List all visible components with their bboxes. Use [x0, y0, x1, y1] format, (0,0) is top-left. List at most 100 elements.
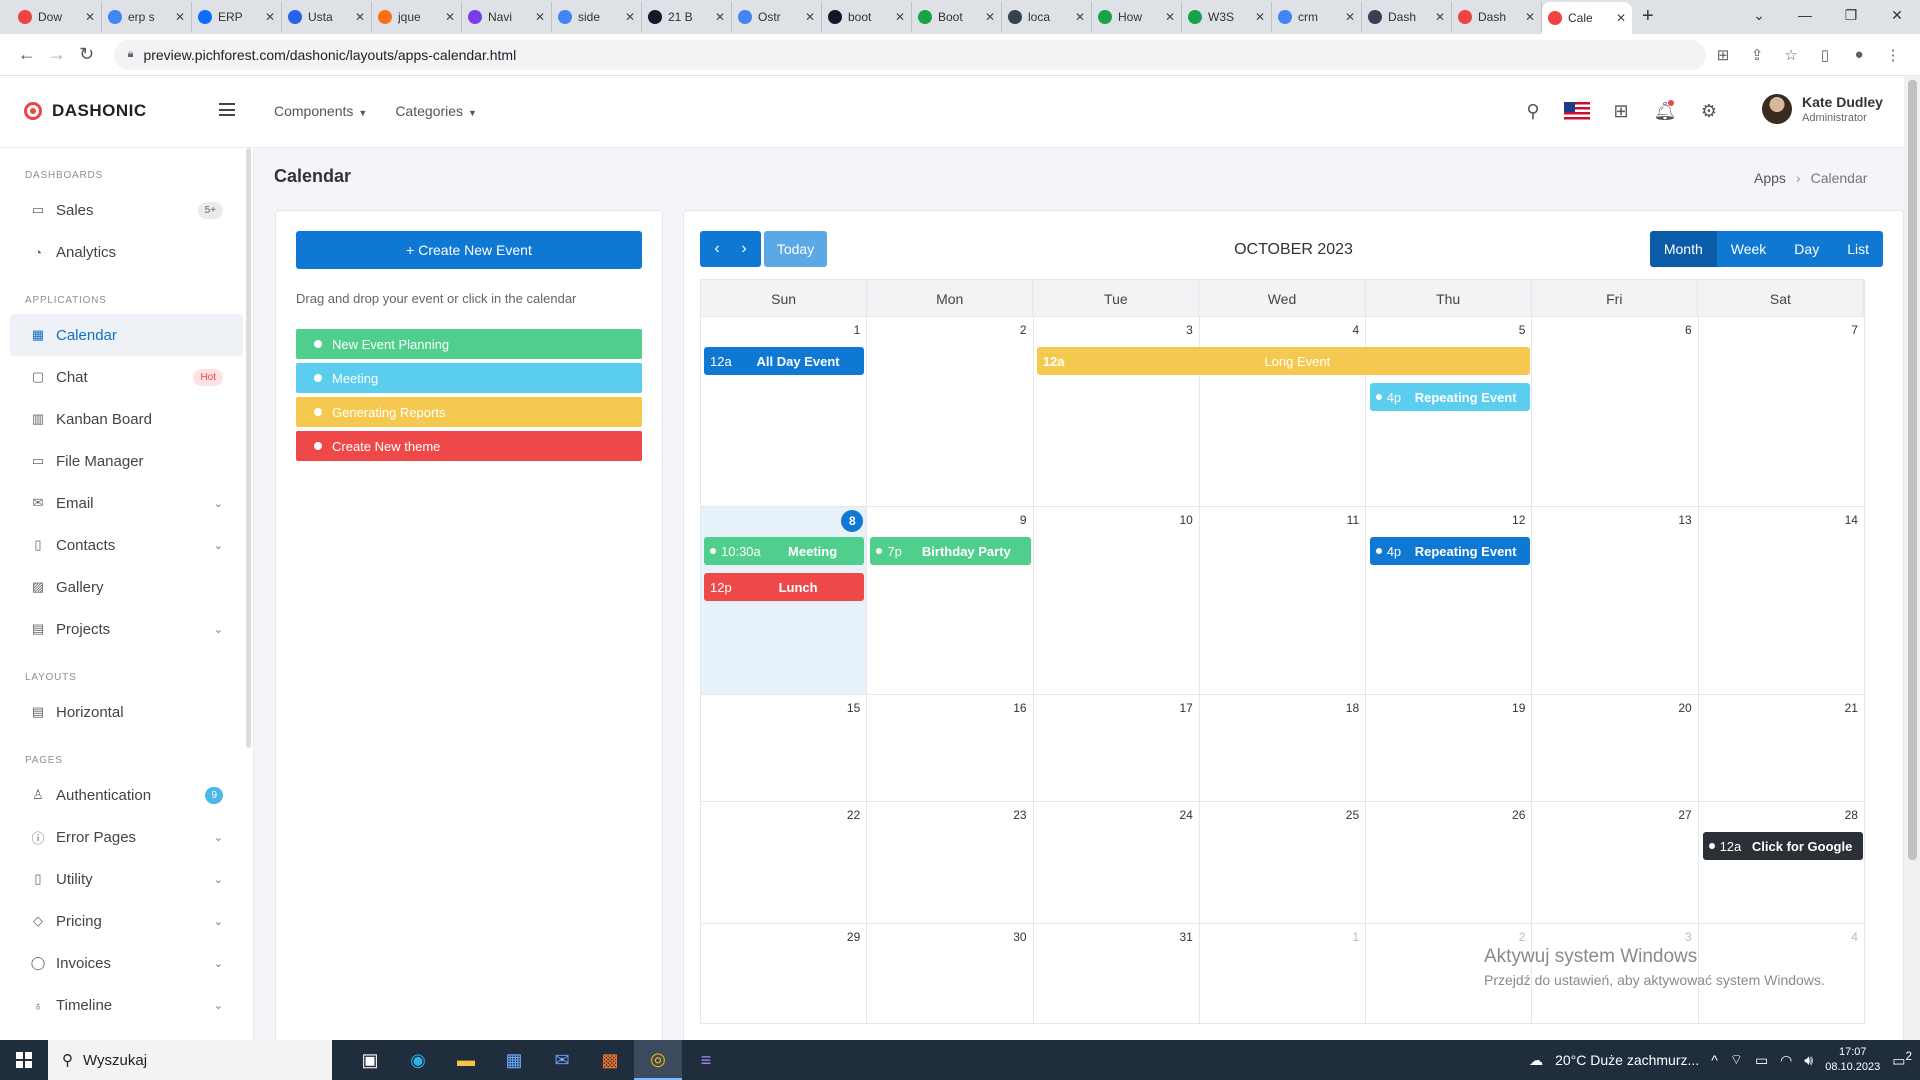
back-icon[interactable]: ← — [12, 44, 42, 65]
day-number[interactable]: 9 — [1020, 513, 1027, 527]
calendar-event[interactable]: 12a Click for Google — [1702, 832, 1863, 860]
menu-components[interactable]: Components ▼ — [274, 103, 367, 119]
calendar-day-cell[interactable]: 20 — [1532, 695, 1699, 802]
close-tab-icon[interactable]: ✕ — [1255, 10, 1265, 24]
day-number[interactable]: 3 — [1685, 930, 1692, 944]
browser-tab[interactable]: Boot ✕ — [912, 2, 1002, 32]
calendar-day-cell[interactable]: 6 — [1532, 317, 1699, 507]
sidebar-item-sales[interactable]: ▭ Sales 5+ — [10, 189, 243, 231]
weather-text[interactable]: 20°C Duże zachmurz... — [1555, 1052, 1699, 1068]
draggable-event-1[interactable]: New Event Planning — [296, 329, 642, 359]
day-number[interactable]: 21 — [1845, 701, 1858, 715]
calendar-day-cell[interactable]: 8 — [701, 507, 868, 695]
calendar-day-cell[interactable]: 3 — [1033, 317, 1200, 507]
close-tab-icon[interactable]: ✕ — [175, 10, 185, 24]
calendar-day-cell[interactable]: 22 — [701, 802, 868, 924]
draggable-event-3[interactable]: Generating Reports — [296, 397, 642, 427]
close-tab-icon[interactable]: ✕ — [355, 10, 365, 24]
calendar-day-cell[interactable]: 10 — [1033, 507, 1200, 695]
calendar-event[interactable]: 7p Birthday Party — [870, 537, 1031, 565]
browser-tab[interactable]: ERP ✕ — [192, 2, 282, 32]
calendar-event[interactable]: 12a All Day Event — [704, 347, 865, 375]
translate-icon[interactable]: ⊞ — [1706, 46, 1740, 64]
side-panel-icon[interactable]: ▯ — [1808, 46, 1842, 64]
volume-icon[interactable]: 🔊︎ — [1804, 1052, 1813, 1069]
day-number[interactable]: 4 — [1352, 323, 1359, 337]
day-number[interactable]: 16 — [1013, 701, 1026, 715]
draggable-event-4[interactable]: Create New theme — [296, 431, 642, 461]
lock-icon[interactable]: 🔒︎ — [128, 48, 134, 61]
network-icon[interactable]: ⌔ — [1730, 1051, 1743, 1069]
calendar-day-cell[interactable]: 11 — [1199, 507, 1367, 695]
search-icon[interactable]: ⚲ — [1520, 98, 1546, 124]
wifi-icon[interactable]: ◠ — [1780, 1052, 1792, 1069]
sidebar-item-horizontal[interactable]: ▤ Horizontal — [10, 691, 243, 733]
calendar-day-cell[interactable]: 30 — [867, 924, 1034, 1024]
close-tab-icon[interactable]: ✕ — [445, 10, 455, 24]
day-number[interactable]: 15 — [847, 701, 860, 715]
close-tab-icon[interactable]: ✕ — [1345, 10, 1355, 24]
calendar-day-cell[interactable]: 19 — [1366, 695, 1533, 802]
day-number[interactable]: 22 — [847, 808, 860, 822]
browser-tab[interactable]: jque ✕ — [372, 2, 462, 32]
calendar-day-cell[interactable]: 9 — [867, 507, 1034, 695]
day-number[interactable]: 26 — [1512, 808, 1525, 822]
page-scrollbar[interactable] — [1904, 76, 1920, 1040]
share-icon[interactable]: ⇪ — [1740, 46, 1774, 64]
calendar-day-cell[interactable]: 16 — [867, 695, 1034, 802]
calendar-day-cell[interactable]: 27 — [1532, 802, 1699, 924]
sidebar-item-invoices[interactable]: ◯ Invoices ⌄ — [10, 942, 243, 984]
vs-code-icon[interactable]: ≡ — [682, 1040, 730, 1080]
view-week-button[interactable]: Week — [1716, 231, 1781, 267]
day-number[interactable]: 1 — [854, 323, 861, 337]
browser-tab[interactable]: Dash ✕ — [1362, 2, 1452, 32]
bookmark-star-icon[interactable]: ☆ — [1774, 46, 1808, 64]
calendar-day-cell[interactable]: 31 — [1033, 924, 1200, 1024]
day-number[interactable]: 4 — [1851, 930, 1858, 944]
maximize-button[interactable]: ❐ — [1828, 0, 1874, 32]
sidebar-item-timeline[interactable]: ♁ Timeline ⌄ — [10, 984, 243, 1026]
new-tab-icon[interactable]: + — [1642, 5, 1654, 28]
day-number[interactable]: 20 — [1678, 701, 1691, 715]
calendar-day-cell[interactable]: 1 — [1199, 924, 1367, 1024]
sidebar-item-projects[interactable]: ▤ Projects ⌄ — [10, 608, 243, 650]
sidebar-item-analytics[interactable]: ◔ Analytics — [10, 231, 243, 273]
day-number[interactable]: 6 — [1685, 323, 1692, 337]
weather-icon[interactable]: ☁ — [1529, 1052, 1543, 1069]
day-number[interactable]: 2 — [1020, 323, 1027, 337]
browser-tab[interactable]: W3S ✕ — [1182, 2, 1272, 32]
day-number[interactable]: 12 — [1512, 513, 1525, 527]
calendar-event[interactable]: 12a Long Event — [1036, 347, 1531, 375]
calendar-day-cell[interactable]: 4 — [1199, 317, 1367, 507]
close-tab-icon[interactable]: ✕ — [1525, 10, 1535, 24]
view-list-button[interactable]: List — [1833, 231, 1883, 267]
calendar-day-cell[interactable]: 18 — [1199, 695, 1367, 802]
sidebar-item-contacts[interactable]: ▯ Contacts ⌄ — [10, 524, 243, 566]
day-number[interactable]: 23 — [1013, 808, 1026, 822]
day-number[interactable]: 24 — [1179, 808, 1192, 822]
chrome-icon[interactable]: ◎ — [634, 1040, 682, 1080]
apps-grid-icon[interactable]: ⊞ — [1608, 98, 1634, 124]
day-number[interactable]: 1 — [1352, 930, 1359, 944]
calendar-day-cell[interactable]: 1 — [701, 317, 868, 507]
browser-tab[interactable]: Dash ✕ — [1452, 2, 1542, 32]
close-tab-icon[interactable]: ✕ — [625, 10, 635, 24]
hamburger-menu-icon[interactable] — [219, 103, 235, 116]
store-icon[interactable]: ▦ — [490, 1040, 538, 1080]
browser-tab[interactable]: Ostr ✕ — [732, 2, 822, 32]
sidebar-item-utility[interactable]: ▯ Utility ⌄ — [10, 858, 243, 900]
scrollbar-thumb[interactable] — [1908, 80, 1917, 860]
calendar-day-cell[interactable]: 23 — [867, 802, 1034, 924]
language-flag-icon[interactable] — [1564, 98, 1590, 124]
day-number[interactable]: 28 — [1845, 808, 1858, 822]
settings-gear-icon[interactable]: ⚙ — [1696, 98, 1722, 124]
brand-logo[interactable]: DASHONIC — [24, 101, 147, 121]
day-number[interactable]: 3 — [1186, 323, 1193, 337]
calendar-event[interactable]: 4p Repeating Event — [1369, 383, 1531, 411]
day-number[interactable]: 7 — [1851, 323, 1858, 337]
day-number[interactable]: 30 — [1013, 930, 1026, 944]
view-day-button[interactable]: Day — [1780, 231, 1834, 267]
calendar-day-cell[interactable]: 21 — [1698, 695, 1865, 802]
calendar-day-cell[interactable]: 13 — [1532, 507, 1699, 695]
sidebar-item-file-manager[interactable]: ▭ File Manager — [10, 440, 243, 482]
